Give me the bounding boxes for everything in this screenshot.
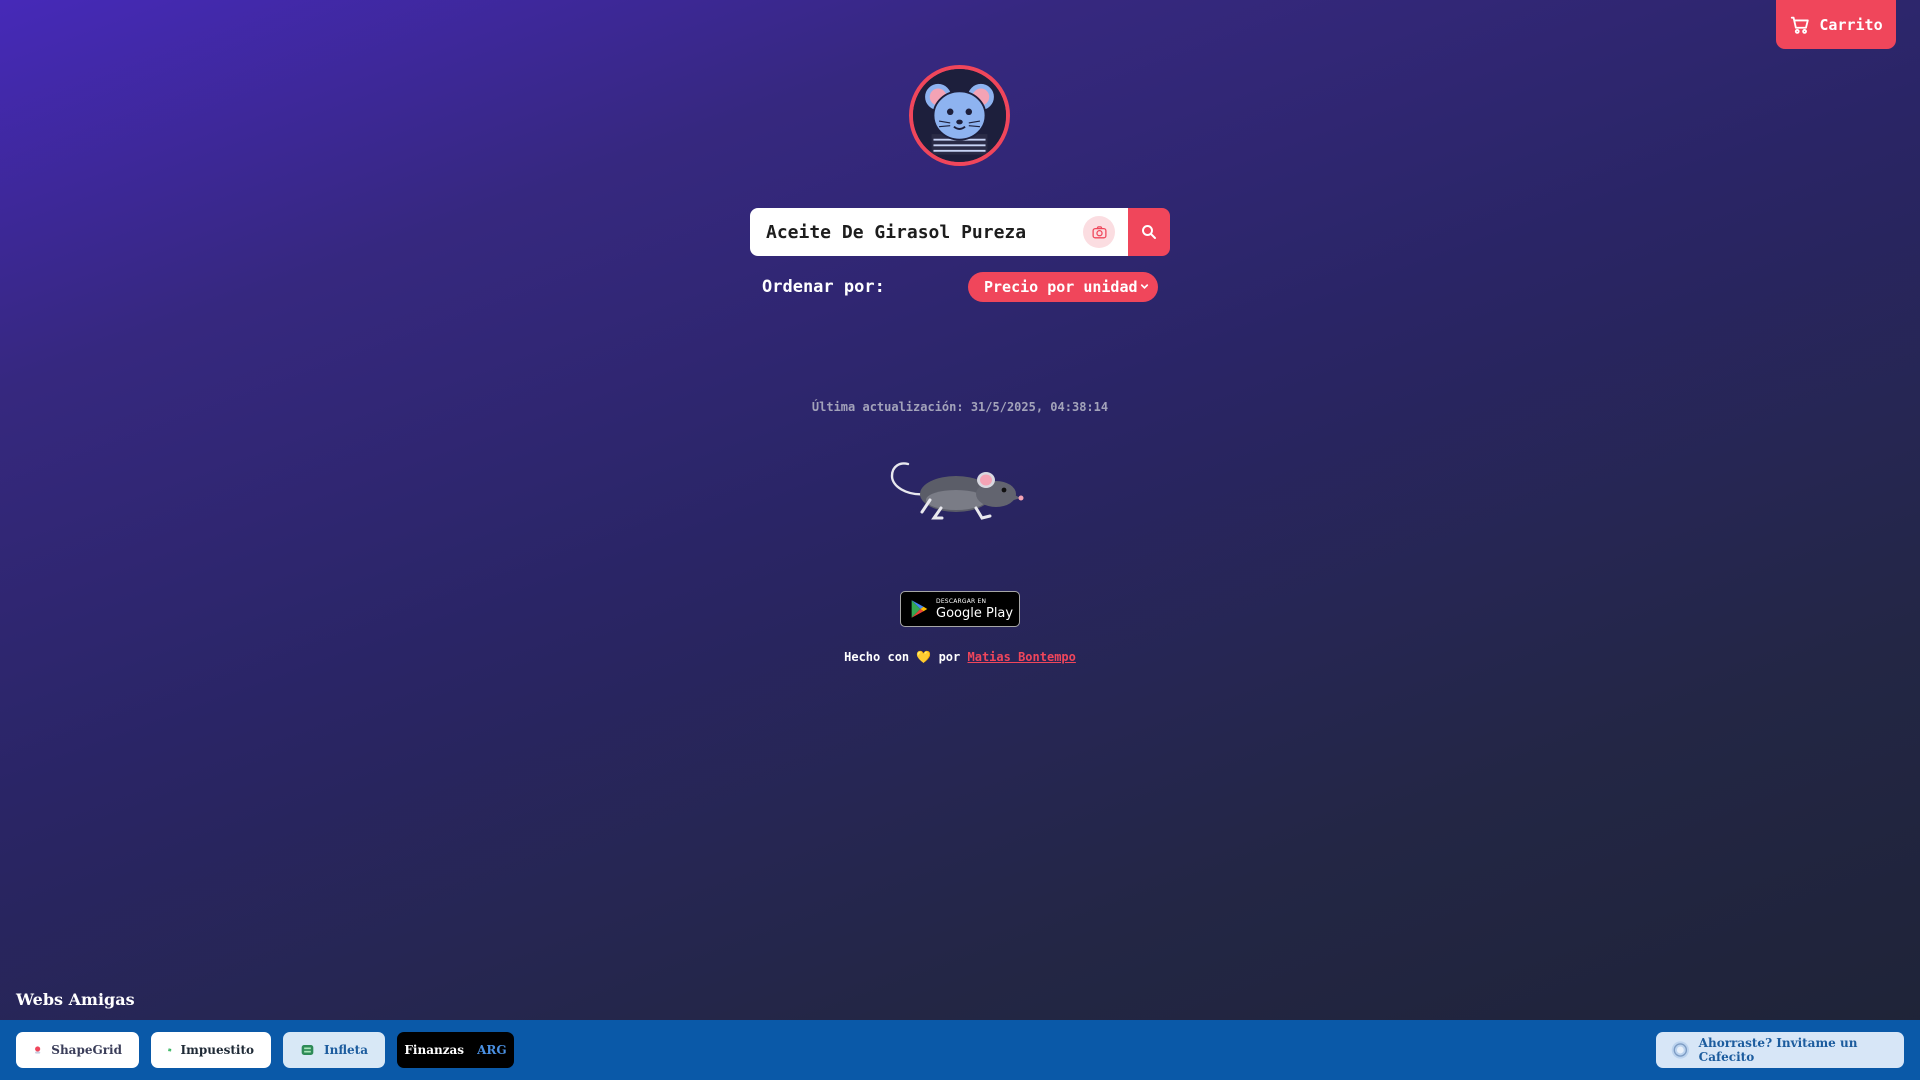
credits-made-with: Hecho con <box>844 650 910 664</box>
mouse-logo-icon <box>913 69 1006 162</box>
last-update-text: Última actualización: 31/5/2025, 04:38:1… <box>811 400 1109 414</box>
chevron-down-icon <box>1140 284 1149 290</box>
footer-bar: ShapeGrid Impuestito Infleta Finanzas AR… <box>0 1020 1920 1080</box>
sort-selected-value: Precio por unidad <box>984 278 1138 296</box>
infleta-icon <box>301 1045 314 1055</box>
cart-label: Carrito <box>1819 15 1883 34</box>
heart-icon: 💛 <box>916 650 932 664</box>
friend-link-suffix: ARG <box>477 1043 507 1057</box>
google-play-big-text: Google Play <box>936 605 1014 621</box>
friend-link-label: Impuestito <box>180 1043 254 1057</box>
google-play-icon <box>911 600 928 618</box>
mouse-logo[interactable] <box>909 65 1010 166</box>
google-play-small-text: DESCARGAR EN <box>936 597 987 605</box>
friend-link-label: Finanzas <box>404 1043 465 1057</box>
camera-icon <box>1091 225 1107 238</box>
cafecito-button[interactable]: Ahorraste? Invitame un Cafecito <box>1656 1032 1904 1068</box>
friend-link-label: ShapeGrid <box>51 1043 122 1057</box>
impuestito-icon <box>168 1048 172 1052</box>
camera-button[interactable] <box>1083 216 1115 248</box>
friend-link-impuestito[interactable]: Impuestito <box>151 1032 271 1068</box>
search-icon <box>1142 225 1156 239</box>
shapegrid-icon <box>35 1046 41 1054</box>
coffee-cup-icon <box>1671 1041 1689 1059</box>
friend-link-infleta[interactable]: Infleta <box>283 1032 385 1068</box>
cafecito-label: Ahorraste? Invitame un Cafecito <box>1698 1036 1858 1064</box>
friend-link-finanzas-arg[interactable]: Finanzas ARG <box>397 1032 514 1068</box>
cart-button[interactable]: Carrito <box>1776 0 1896 49</box>
friend-link-label: Infleta <box>323 1043 368 1057</box>
credits-by: por <box>938 650 961 664</box>
friends-section-title: Webs Amigas <box>16 990 135 1009</box>
author-link[interactable]: Matias Bontempo <box>968 650 1076 664</box>
search-button[interactable] <box>1128 208 1170 256</box>
cart-icon <box>1791 16 1810 34</box>
google-play-badge[interactable]: DESCARGAR EN Google Play <box>900 591 1020 627</box>
friend-link-shapegrid[interactable]: ShapeGrid <box>16 1032 139 1068</box>
sort-label: Ordenar por: <box>762 277 885 297</box>
search-input[interactable] <box>750 208 1128 256</box>
search-bar <box>750 208 1170 256</box>
credits-line: Hecho con 💛 por Matias Bontempo <box>0 650 1920 664</box>
sort-select[interactable]: Precio por unidad <box>968 272 1158 302</box>
running-mouse-icon <box>890 462 1024 520</box>
